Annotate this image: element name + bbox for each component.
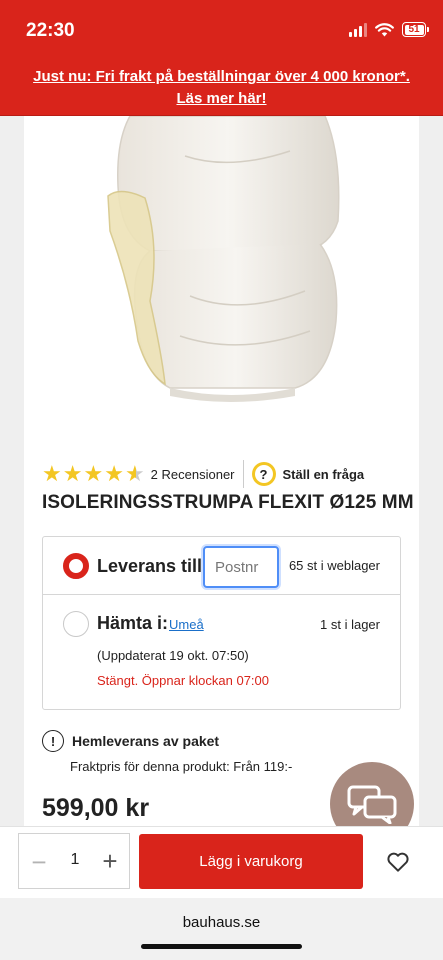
store-link[interactable]: Umeå (169, 617, 204, 632)
promo-link-line2[interactable]: Läs mer här! (176, 90, 266, 107)
home-delivery-info: ! Hemleverans av paket (42, 730, 219, 752)
postnr-input[interactable] (203, 546, 279, 588)
product-title: ISOLERINGSSTRUMPA FLEXIT Ø125 MM (42, 492, 414, 513)
online-stock: 65 st i weblager (288, 558, 380, 573)
browser-bar: bauhaus.se (0, 898, 443, 960)
promo-link-line1[interactable]: Just nu: Fri frakt på beställningar över… (33, 68, 410, 85)
info-icon: ! (42, 730, 64, 752)
pickup-radio[interactable] (63, 611, 89, 637)
ask-question-link[interactable]: Ställ en fråga (283, 467, 365, 482)
cellular-signal-icon (349, 22, 367, 37)
add-to-cart-button[interactable]: Lägg i varukorg (139, 834, 363, 889)
product-image[interactable] (90, 116, 360, 406)
plus-icon[interactable]: + (97, 846, 123, 876)
wifi-icon (375, 22, 394, 36)
quantity-stepper[interactable]: − 1 + (18, 833, 130, 889)
purchase-bar: − 1 + Lägg i varukorg (0, 826, 443, 898)
divider (242, 460, 244, 488)
star-icon: ★ (62, 461, 83, 486)
pickup-label: Hämta i: (97, 613, 169, 633)
delivery-label: Leverans till: (97, 556, 209, 576)
quantity-value[interactable]: 1 (65, 851, 85, 869)
delivery-options: Leverans till: 65 st i weblager Hämta i:… (42, 536, 401, 710)
freight-price-text: Fraktpris för denna produkt: Från 119:- (70, 759, 293, 774)
product-price: 599,00 kr (42, 794, 150, 822)
half-star-icon: ★ (124, 461, 145, 486)
delivery-option-home[interactable]: Leverans till: 65 st i weblager (43, 537, 400, 595)
battery-icon: 51 (402, 22, 429, 37)
star-icon: ★ (83, 461, 104, 486)
status-icons: 51 (349, 22, 429, 37)
heart-icon[interactable] (385, 849, 411, 875)
home-indicator[interactable] (141, 944, 302, 949)
battery-level: 51 (404, 24, 424, 35)
rating-row: ★ ★ ★ ★ ★ 2 Recensioner ? Ställ en fråga (42, 460, 365, 488)
store-status-text: Stängt. Öppnar klockan 07:00 (97, 673, 270, 688)
minus-icon[interactable]: − (27, 847, 51, 877)
status-bar: 22:30 51 (0, 0, 443, 60)
status-time: 22:30 (26, 20, 75, 41)
delivery-option-pickup[interactable]: Hämta i: Umeå 1 st i lager (Uppdaterat 1… (43, 596, 400, 710)
stock-updated-text: (Uppdaterat 19 okt. 07:50) (97, 648, 249, 663)
question-icon: ? (251, 462, 276, 486)
star-icon: ★ (104, 461, 124, 486)
star-icon: ★ (42, 461, 62, 486)
home-delivery-label: Hemleverans av paket (72, 733, 220, 749)
reviews-link[interactable]: 2 Recensioner (151, 467, 235, 482)
delivery-radio[interactable] (63, 553, 89, 579)
store-stock: 1 st i lager (320, 617, 380, 632)
star-rating[interactable]: ★ ★ ★ ★ ★ (42, 463, 145, 485)
promo-banner[interactable]: Just nu: Fri frakt på beställningar över… (0, 60, 443, 116)
chat-icon (347, 785, 397, 824)
browser-url[interactable]: bauhaus.se (0, 914, 443, 931)
